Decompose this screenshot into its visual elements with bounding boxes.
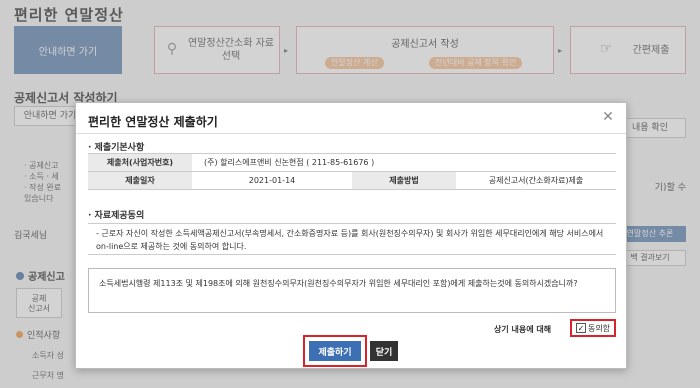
- submit-dialog: 편리한 연말정산 제출하기 ✕ · 제출기본사항 제출처(사업자번호) (주) …: [75, 102, 627, 369]
- law-notice-text: 소득세법시행령 제113조 및 제198조에 의해 원천징수의무자(원천징수의무…: [88, 268, 616, 313]
- divider: [76, 133, 626, 134]
- agree-checkbox[interactable]: ✓: [575, 323, 586, 333]
- agree-prompt: 상기 내용에 대해: [494, 325, 552, 334]
- close-icon[interactable]: ✕: [600, 109, 616, 125]
- section-consent: · 자료제공동의: [88, 211, 145, 221]
- close-button[interactable]: 닫기: [370, 341, 398, 361]
- consent-text: - 근로자 자신이 작성한 소득세액공제신고서(부속명세서, 간소화증명자료 등…: [88, 223, 616, 255]
- table-cell: (주) 할리스에프앤비 신논현점 ( 211-85-61676 ): [192, 153, 616, 172]
- table-row: 제출처(사업자번호) (주) 할리스에프앤비 신논현점 ( 211-85-616…: [88, 153, 616, 172]
- submit-button-highlight: 제출하기: [303, 335, 367, 367]
- submit-info-table: 제출처(사업자번호) (주) 할리스에프앤비 신논현점 ( 211-85-616…: [88, 153, 616, 190]
- table-cell: 공제신고서(간소화자료)제출: [456, 171, 616, 190]
- agree-checkbox-group[interactable]: ✓ 동의함: [570, 319, 616, 337]
- table-row: 제출일자 2021-01-14 제출방법 공제신고서(간소화자료)제출: [88, 171, 616, 190]
- table-header: 제출일자: [88, 171, 192, 190]
- dialog-title: 편리한 연말정산 제출하기: [88, 115, 218, 129]
- section-basic-info: · 제출기본사항: [88, 143, 145, 153]
- agree-checkbox-label[interactable]: 동의함: [588, 323, 610, 334]
- table-cell: 2021-01-14: [192, 171, 352, 190]
- submit-button[interactable]: 제출하기: [309, 341, 361, 361]
- table-header: 제출방법: [352, 171, 456, 190]
- table-header: 제출처(사업자번호): [88, 153, 192, 172]
